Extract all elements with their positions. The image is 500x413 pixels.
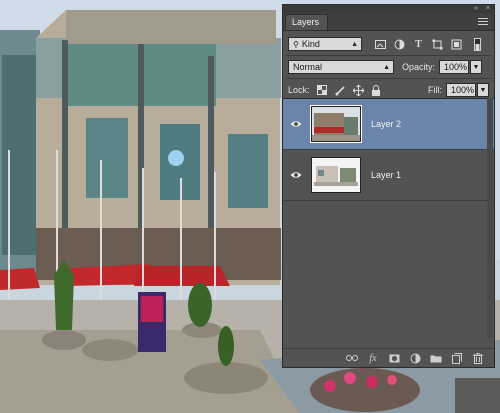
filter-shape-layers-icon[interactable]: [431, 38, 444, 51]
lock-all-icon[interactable]: [371, 84, 382, 96]
search-icon: ⚲: [293, 39, 299, 49]
filter-smart-objects-icon[interactable]: [450, 38, 463, 51]
layers-scrollbar[interactable]: [487, 98, 493, 338]
opacity-input[interactable]: 100%: [439, 60, 470, 74]
new-layer-icon[interactable]: [451, 352, 463, 364]
close-panel-icon[interactable]: ×: [486, 5, 490, 13]
chevron-down-icon: ▼: [479, 86, 487, 94]
adjustment-layer-icon[interactable]: [409, 352, 421, 364]
new-group-icon[interactable]: [430, 352, 442, 364]
add-mask-icon[interactable]: [388, 352, 400, 364]
fill-label: Fill:: [428, 85, 442, 95]
lock-image-pixels-icon[interactable]: [334, 85, 346, 96]
opacity-slider-toggle[interactable]: ▼: [470, 60, 483, 74]
fill-slider-toggle[interactable]: ▼: [477, 83, 489, 97]
blend-opacity-row: Normal ▲ Opacity: 100% ▼: [283, 56, 494, 78]
layer-name[interactable]: Layer 2: [371, 119, 401, 129]
chevron-down-icon: ▲: [351, 41, 358, 48]
layer-name[interactable]: Layer 1: [371, 170, 401, 180]
link-layers-icon[interactable]: [346, 352, 358, 364]
filter-kind-dropdown[interactable]: ⚲ Kind ▲: [288, 37, 362, 51]
panel-title-strip: « ×: [283, 5, 494, 13]
opacity-value: 100%: [444, 62, 468, 72]
lock-transparent-pixels-icon[interactable]: [317, 85, 328, 96]
layers-panel: « × Layers ⚲ Kind ▲ T Normal ▲ Opacity: …: [282, 4, 495, 368]
filter-type-layers-icon[interactable]: T: [412, 38, 425, 51]
layer-2-thumbnail[interactable]: [310, 105, 362, 143]
blend-mode-value: Normal: [293, 62, 323, 72]
filter-adjustment-layers-icon[interactable]: [393, 38, 406, 51]
filter-kind-label: Kind: [301, 39, 320, 49]
layers-footer-toolbar: fx: [283, 348, 494, 367]
fill-input[interactable]: 100%: [446, 83, 476, 97]
layer-thumbnail-image: [312, 158, 360, 192]
visibility-eye-icon[interactable]: [287, 166, 305, 184]
lock-label: Lock:: [288, 85, 310, 95]
chevron-down-icon: ▲: [383, 64, 390, 71]
fill-value: 100%: [451, 85, 475, 95]
filter-pixel-layers-icon[interactable]: [374, 38, 387, 51]
collapse-panel-icon[interactable]: «: [474, 5, 478, 13]
layer-row-layer-1[interactable]: Layer 1: [283, 150, 494, 201]
opacity-label: Opacity:: [402, 62, 436, 72]
chevron-down-icon: ▼: [472, 63, 480, 71]
layers-list: Layer 2 Layer 1: [283, 98, 494, 339]
blend-mode-dropdown[interactable]: Normal ▲: [288, 60, 394, 74]
delete-layer-icon[interactable]: [472, 352, 484, 364]
filter-toggle-icon[interactable]: [471, 37, 484, 51]
layer-1-thumbnail[interactable]: [311, 157, 361, 193]
layer-row-layer-2[interactable]: Layer 2: [283, 99, 494, 150]
layer-thumbnail-image: [312, 107, 360, 141]
panel-menu-icon[interactable]: [478, 18, 488, 26]
visibility-eye-icon[interactable]: [287, 115, 305, 133]
tab-layers[interactable]: Layers: [285, 14, 329, 30]
lock-position-icon[interactable]: [352, 84, 364, 96]
panel-tab-bar: Layers: [283, 13, 494, 31]
fx-icon[interactable]: fx: [367, 352, 379, 364]
filter-row: ⚲ Kind ▲ T: [283, 33, 494, 55]
